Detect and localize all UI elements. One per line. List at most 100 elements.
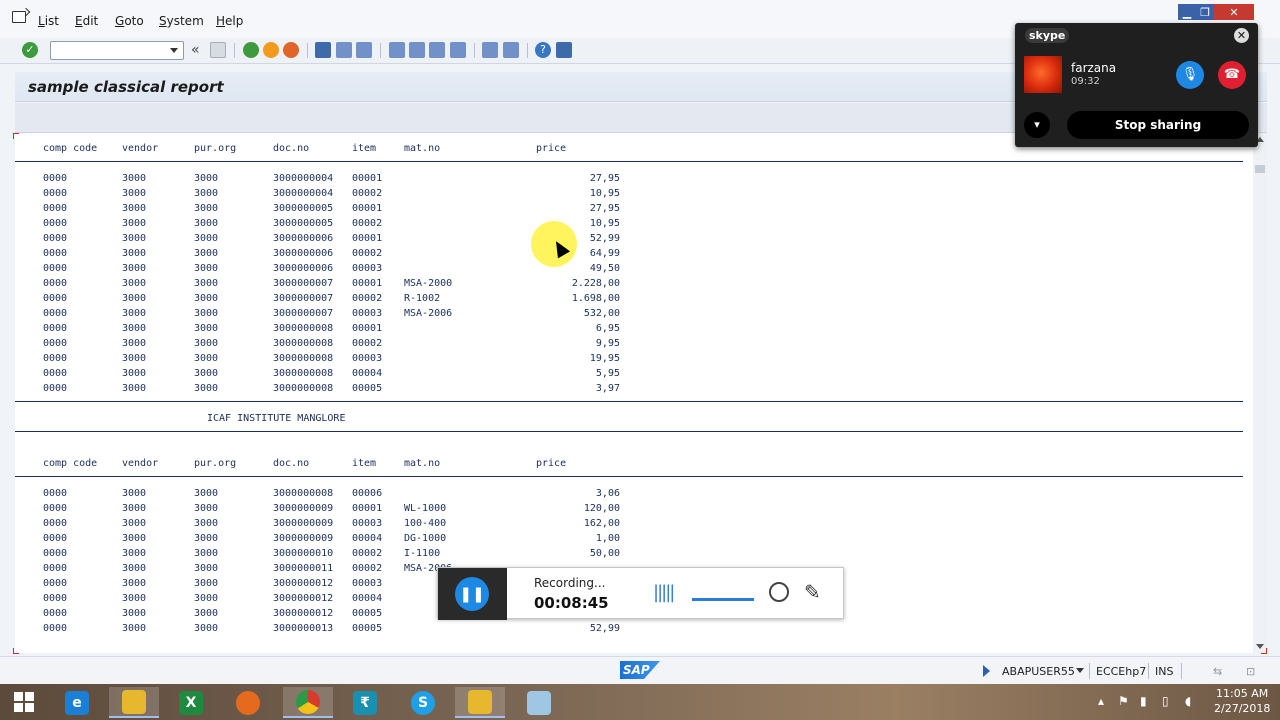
network-icon[interactable]: ▮ — [1140, 694, 1147, 708]
find-next-icon[interactable] — [356, 42, 372, 58]
taskbar-notepad[interactable] — [514, 687, 564, 718]
cell-comp-code: 0000 — [43, 383, 68, 394]
cell-price: 49,50 — [589, 263, 620, 274]
webcam-icon[interactable] — [769, 582, 789, 602]
print-icon[interactable] — [315, 42, 331, 58]
cell-vendor: 3000 — [122, 353, 147, 364]
cancel-icon[interactable] — [283, 42, 299, 58]
column-header-vendor[interactable]: vendor — [122, 143, 158, 154]
find-icon[interactable] — [336, 42, 352, 58]
menu-help[interactable]: Help — [216, 14, 243, 28]
taskbar-skype[interactable]: S — [398, 687, 448, 718]
cell-pur-org: 3000 — [194, 608, 219, 619]
recording-timer: 00:08:45 — [534, 594, 609, 612]
clock-time[interactable]: 11:05 AM — [1216, 687, 1268, 700]
restore-icon[interactable]: ❐ — [1196, 4, 1214, 20]
help-icon[interactable]: ? — [535, 42, 551, 58]
pause-button[interactable]: ❚❚ — [438, 568, 507, 620]
volume-slider[interactable] — [692, 598, 754, 601]
skype-icon: S — [411, 690, 435, 715]
cell-mat-no: WL-1000 — [404, 503, 447, 514]
column-header-vendor[interactable]: vendor — [122, 458, 158, 469]
volume-icon[interactable]: ◖ — [1185, 694, 1191, 708]
vertical-scrollbar[interactable] — [1253, 133, 1267, 653]
cell-comp-code: 0000 — [43, 173, 68, 184]
taskbar-excel[interactable]: X — [166, 687, 216, 718]
tray-expand-icon[interactable]: ▴ — [1098, 694, 1104, 708]
taskbar-internet-explorer[interactable]: e — [52, 687, 102, 718]
taskbar-chrome[interactable] — [283, 687, 333, 718]
cell-item: 00005 — [352, 383, 383, 394]
column-header-comp-code[interactable]: comp code — [43, 458, 97, 469]
collapse-icon[interactable]: « — [191, 42, 207, 58]
cell-doc-no: 3000000006 — [273, 263, 334, 274]
column-header-pur-org[interactable]: pur.org — [194, 143, 236, 154]
close-icon[interactable]: ✕ — [1234, 28, 1249, 43]
column-header-item[interactable]: item — [352, 143, 376, 154]
column-header-price[interactable]: price — [536, 458, 566, 469]
create-session-icon[interactable] — [482, 42, 498, 58]
clock-date[interactable]: 2/27/2018 — [1214, 702, 1270, 715]
taskbar-sap-logon[interactable] — [455, 687, 505, 718]
column-header-item[interactable]: item — [352, 458, 376, 469]
minimize-icon[interactable]: ▁ — [1178, 4, 1196, 20]
menu-list[interactable]: List — [38, 14, 59, 28]
enter-check-icon[interactable]: ✓ — [22, 42, 38, 58]
close-icon[interactable]: ✕ — [1214, 4, 1254, 20]
column-header-price[interactable]: price — [536, 143, 566, 154]
taskbar-rupee-app[interactable]: ₹ — [340, 687, 390, 718]
column-header-mat-no[interactable]: mat.no — [404, 143, 440, 154]
chevron-down-icon[interactable]: ▾ — [1024, 112, 1050, 138]
cell-pur-org: 3000 — [194, 218, 219, 229]
hang-up-icon[interactable]: ☎ — [1218, 61, 1246, 89]
battery-icon[interactable]: ▯ — [1162, 694, 1169, 708]
column-header-comp-code[interactable]: comp code — [43, 143, 97, 154]
cell-price: 5,95 — [595, 368, 620, 379]
cell-comp-code: 0000 — [43, 293, 68, 304]
column-header-mat-no[interactable]: mat.no — [404, 458, 440, 469]
system-info-dropdown-icon[interactable] — [1076, 668, 1084, 673]
status-settings-icon[interactable]: ⇆ — [1213, 665, 1222, 678]
insert-mode[interactable]: INS — [1155, 665, 1173, 678]
next-page-icon[interactable] — [429, 42, 445, 58]
taskbar-firefox[interactable] — [223, 687, 273, 718]
start-button[interactable] — [0, 684, 48, 720]
status-expand-icon[interactable] — [983, 665, 990, 677]
previous-page-icon[interactable] — [409, 42, 425, 58]
shortcut-icon[interactable] — [503, 42, 519, 58]
column-header-pur-org[interactable]: pur.org — [194, 458, 236, 469]
cell-price: 10,95 — [589, 218, 620, 229]
menu-goto[interactable]: Goto — [115, 14, 144, 28]
microphone-icon[interactable]: 🎙 — [1176, 61, 1204, 89]
cell-item: 00002 — [352, 293, 383, 304]
first-page-icon[interactable] — [389, 42, 405, 58]
menu-edit[interactable]: Edit — [75, 14, 98, 28]
last-page-icon[interactable] — [450, 42, 466, 58]
scroll-thumb[interactable] — [1255, 165, 1265, 173]
menu-system[interactable]: System — [159, 14, 204, 28]
flag-icon[interactable]: ⚑ — [1118, 694, 1129, 708]
cell-doc-no: 3000000008 — [273, 488, 334, 499]
cell-comp-code: 0000 — [43, 623, 68, 634]
cell-pur-org: 3000 — [194, 578, 219, 589]
caller-name: farzana — [1071, 61, 1117, 75]
pencil-icon[interactable]: ✎ — [804, 580, 821, 604]
cell-pur-org: 3000 — [194, 173, 219, 184]
cell-pur-org: 3000 — [194, 278, 219, 289]
layout-menu-icon[interactable] — [556, 42, 572, 58]
cell-pur-org: 3000 — [194, 623, 219, 634]
system-menu-icon[interactable] — [12, 11, 26, 23]
notepad-icon — [527, 690, 551, 715]
taskbar-file-explorer[interactable] — [109, 687, 159, 718]
column-header-doc-no[interactable]: doc.no — [273, 458, 309, 469]
command-field[interactable] — [50, 41, 184, 60]
save-icon[interactable] — [210, 42, 226, 58]
cell-doc-no: 3000000005 — [273, 218, 334, 229]
stop-sharing-button[interactable]: Stop sharing — [1067, 111, 1249, 139]
status-lock-icon[interactable]: ⊡ — [1246, 665, 1255, 678]
column-header-doc-no[interactable]: doc.no — [273, 143, 309, 154]
exit-icon[interactable] — [263, 42, 279, 58]
cell-pur-org: 3000 — [194, 203, 219, 214]
back-icon[interactable] — [243, 42, 259, 58]
command-dropdown-icon[interactable] — [170, 48, 178, 53]
